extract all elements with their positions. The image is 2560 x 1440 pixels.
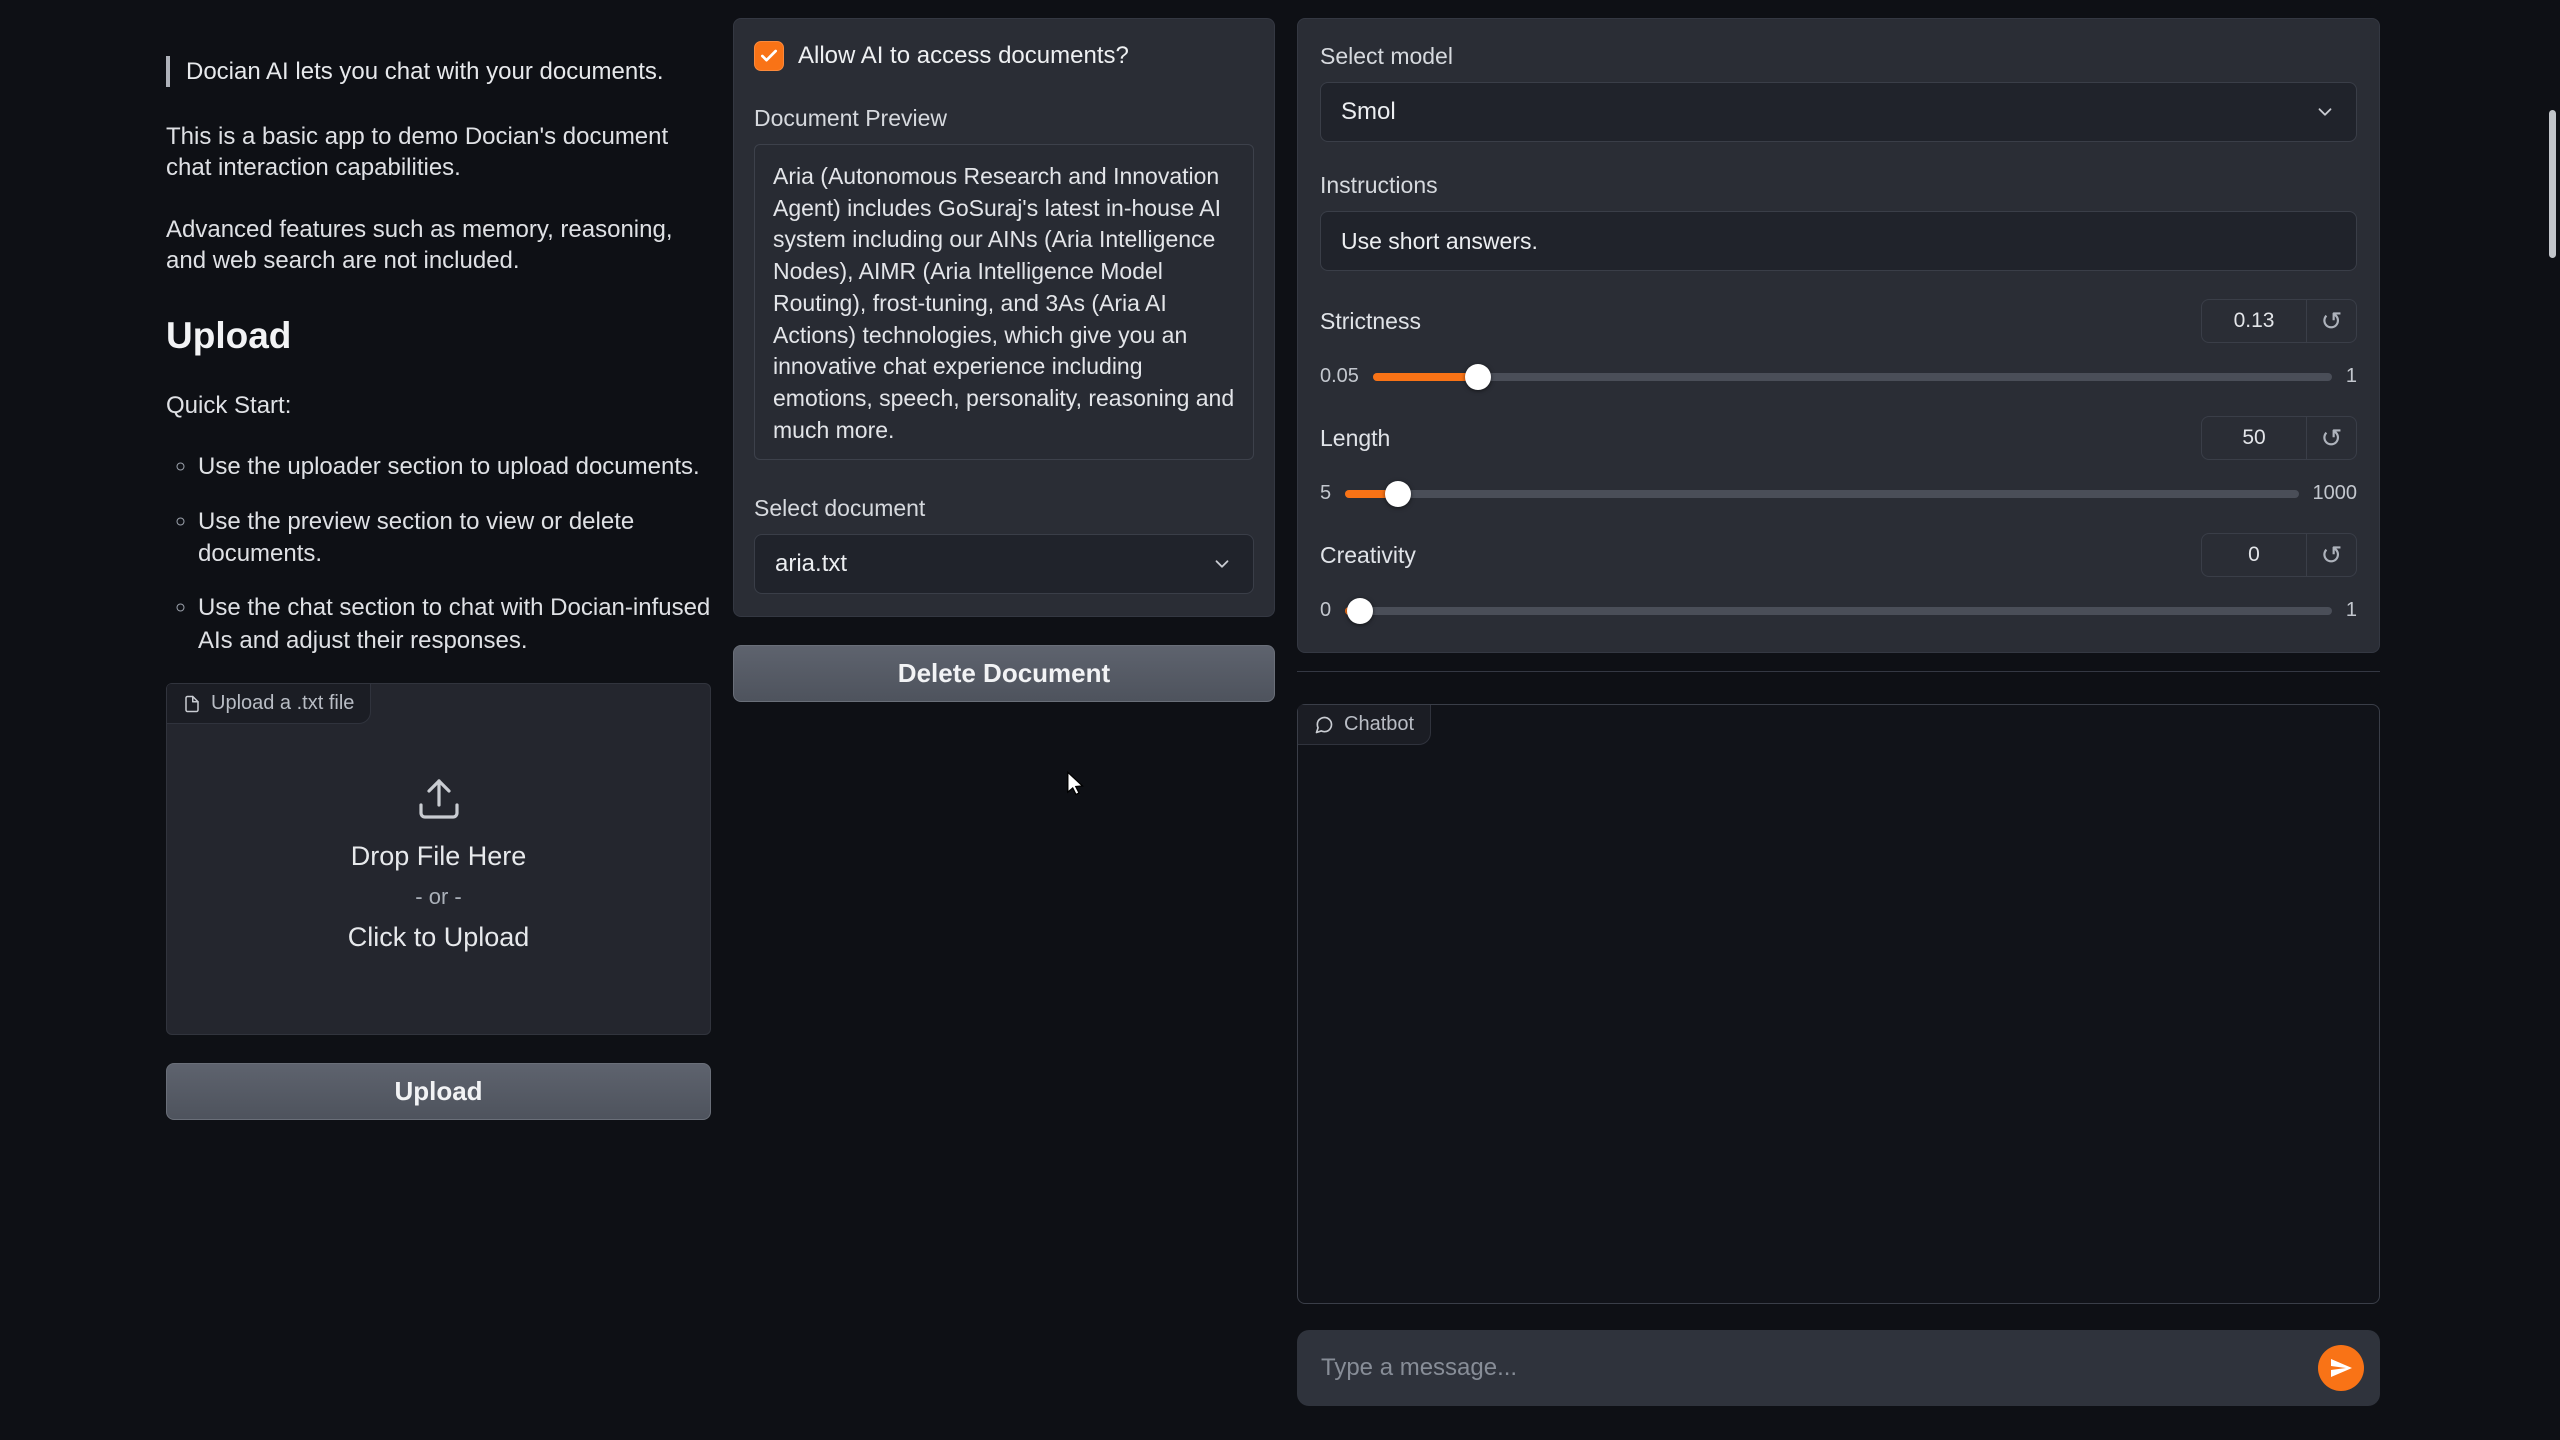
model-dropdown[interactable]: Smol <box>1320 82 2357 142</box>
document-dropdown[interactable]: aria.txt <box>754 534 1254 594</box>
model-dropdown-value: Smol <box>1341 98 1396 126</box>
select-document-label: Select document <box>754 495 1254 522</box>
instructions-label: Instructions <box>1320 172 2357 199</box>
slider-handle[interactable] <box>1385 481 1411 507</box>
upload-button[interactable]: Upload <box>166 1063 711 1120</box>
creativity-reset-button[interactable]: ↺ <box>2306 534 2356 576</box>
app-root: Docian AI lets you chat with your docume… <box>0 0 2560 1406</box>
strictness-slider[interactable] <box>1373 373 2332 381</box>
strictness-number-input[interactable]: 0.13 <box>2202 300 2306 342</box>
intro-column: Docian AI lets you chat with your docume… <box>166 18 711 1120</box>
scrollbar-thumb[interactable] <box>2549 110 2556 258</box>
dropzone-label: Upload a .txt file <box>167 684 371 724</box>
upload-icon <box>415 775 463 823</box>
document-preview-textarea[interactable]: Aria (Autonomous Research and Innovation… <box>754 144 1254 460</box>
slider-min-label: 5 <box>1320 482 1331 505</box>
send-icon <box>2329 1356 2353 1380</box>
page: Docian AI lets you chat with your docume… <box>0 0 2560 1440</box>
chatbot-panel: Chatbot <box>1297 704 2380 1304</box>
slider-max-label: 1000 <box>2313 482 2358 505</box>
slider-min-label: 0 <box>1320 599 1331 622</box>
strictness-reset-button[interactable]: ↺ <box>2306 300 2356 342</box>
length-number-input[interactable]: 50 <box>2202 417 2306 459</box>
dropzone-label-text: Upload a .txt file <box>211 692 354 715</box>
delete-document-button[interactable]: Delete Document <box>733 645 1275 702</box>
reset-icon: ↺ <box>2321 540 2343 571</box>
chat-bubble-icon <box>1314 715 1334 735</box>
click-to-upload-text: Click to Upload <box>348 922 530 953</box>
send-button[interactable] <box>2318 1345 2364 1391</box>
divider <box>1297 671 2380 672</box>
creativity-number-input[interactable]: 0 <box>2202 534 2306 576</box>
creativity-number-group: 0 ↺ <box>2201 533 2357 577</box>
allow-access-checkbox[interactable] <box>754 41 784 71</box>
document-panel: Allow AI to access documents? Document P… <box>733 18 1275 617</box>
intro-paragraph-1: This is a basic app to demo Docian's doc… <box>166 121 711 183</box>
drop-file-here-text: Drop File Here <box>351 841 527 872</box>
settings-panel: Select model Smol Instructions Strictnes… <box>1297 18 2380 653</box>
slider-max-label: 1 <box>2346 599 2357 622</box>
list-item: Use the chat section to chat with Docian… <box>198 592 711 657</box>
reset-icon: ↺ <box>2321 306 2343 337</box>
dropzone-inner[interactable]: Drop File Here - or - Click to Upload <box>167 684 710 1034</box>
allow-access-label: Allow AI to access documents? <box>798 42 1129 70</box>
slider-fill <box>1373 373 1478 381</box>
chevron-down-icon <box>1211 553 1233 575</box>
slider-handle[interactable] <box>1347 598 1373 624</box>
select-model-label: Select model <box>1320 43 2357 70</box>
upload-heading: Upload <box>166 312 711 360</box>
chat-column: Select model Smol Instructions Strictnes… <box>1297 18 2380 1406</box>
or-text: - or - <box>415 884 461 910</box>
length-label: Length <box>1320 425 1390 452</box>
length-slider-group: Length 50 ↺ 5 1000 <box>1320 416 2357 505</box>
quick-start-list: Use the uploader section to upload docum… <box>166 451 711 657</box>
strictness-number-group: 0.13 ↺ <box>2201 299 2357 343</box>
message-input[interactable] <box>1305 1330 2318 1406</box>
slider-max-label: 1 <box>2346 365 2357 388</box>
strictness-slider-group: Strictness 0.13 ↺ 0.05 1 <box>1320 299 2357 388</box>
quick-start-label: Quick Start: <box>166 390 711 421</box>
document-column: Allow AI to access documents? Document P… <box>733 18 1275 702</box>
intro-quote: Docian AI lets you chat with your docume… <box>166 56 711 87</box>
chevron-down-icon <box>2314 101 2336 123</box>
length-reset-button[interactable]: ↺ <box>2306 417 2356 459</box>
creativity-label: Creativity <box>1320 542 1416 569</box>
document-dropdown-value: aria.txt <box>775 550 847 578</box>
creativity-slider-group: Creativity 0 ↺ 0 1 <box>1320 533 2357 622</box>
length-number-group: 50 ↺ <box>2201 416 2357 460</box>
chatbot-label: Chatbot <box>1298 705 1431 745</box>
list-item: Use the preview section to view or delet… <box>198 506 711 571</box>
allow-access-row: Allow AI to access documents? <box>754 41 1254 71</box>
length-slider[interactable] <box>1345 490 2298 498</box>
slider-min-label: 0.05 <box>1320 365 1359 388</box>
intro-prose: Docian AI lets you chat with your docume… <box>166 56 711 657</box>
reset-icon: ↺ <box>2321 423 2343 454</box>
instructions-input[interactable] <box>1320 211 2357 271</box>
creativity-slider[interactable] <box>1345 607 2332 615</box>
intro-paragraph-2: Advanced features such as memory, reason… <box>166 214 711 276</box>
strictness-label: Strictness <box>1320 308 1421 335</box>
message-input-row <box>1297 1330 2380 1406</box>
slider-handle[interactable] <box>1465 364 1491 390</box>
chatbot-label-text: Chatbot <box>1344 713 1414 736</box>
check-icon <box>759 46 779 66</box>
document-preview-label: Document Preview <box>754 105 1254 132</box>
file-icon <box>183 695 201 713</box>
list-item: Use the uploader section to upload docum… <box>198 451 711 483</box>
file-dropzone[interactable]: Upload a .txt file Drop File Here - or -… <box>166 683 711 1035</box>
